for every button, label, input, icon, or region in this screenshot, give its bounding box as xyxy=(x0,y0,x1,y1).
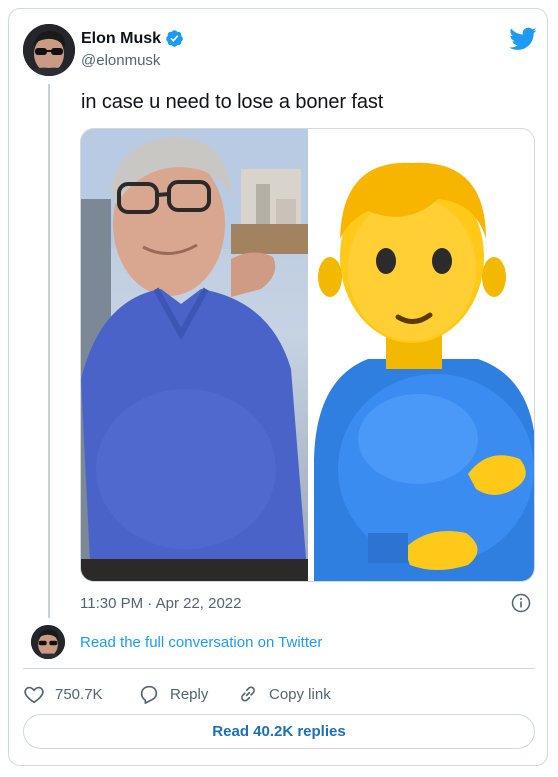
tweet-text: in case u need to lose a boner fast xyxy=(81,91,384,113)
read-replies-button[interactable]: Read 40.2K replies xyxy=(23,714,535,749)
reply-button[interactable]: Reply xyxy=(138,683,208,705)
reply-label: Reply xyxy=(170,685,209,703)
reply-icon xyxy=(140,685,158,704)
tweet-timestamp[interactable]: 11:30 PM · Apr 22, 2022 xyxy=(80,595,242,612)
avatar[interactable] xyxy=(23,24,75,76)
photo-man-in-blue-shirt xyxy=(81,129,308,581)
thread-line xyxy=(48,84,50,618)
verified-badge-icon xyxy=(166,30,183,47)
avatar-small[interactable] xyxy=(31,625,65,659)
copy-link-label: Copy link xyxy=(269,685,331,703)
copy-link-button[interactable]: Copy link xyxy=(237,683,331,705)
tweet-media[interactable] xyxy=(80,128,535,582)
read-full-conversation-link[interactable]: Read the full conversation on Twitter xyxy=(80,634,322,651)
like-button[interactable]: 750.7K xyxy=(23,683,103,705)
pregnant-man-emoji xyxy=(308,129,534,581)
user-name[interactable]: Elon Musk xyxy=(81,30,161,48)
read-replies-label: Read 40.2K replies xyxy=(212,723,346,740)
like-count: 750.7K xyxy=(55,685,103,703)
divider xyxy=(23,668,535,669)
twitter-bird-icon[interactable] xyxy=(509,27,537,51)
heart-icon xyxy=(24,686,44,704)
user-handle[interactable]: @elonmusk xyxy=(81,52,160,69)
info-icon[interactable] xyxy=(511,593,531,613)
copy-link-icon xyxy=(241,686,255,702)
